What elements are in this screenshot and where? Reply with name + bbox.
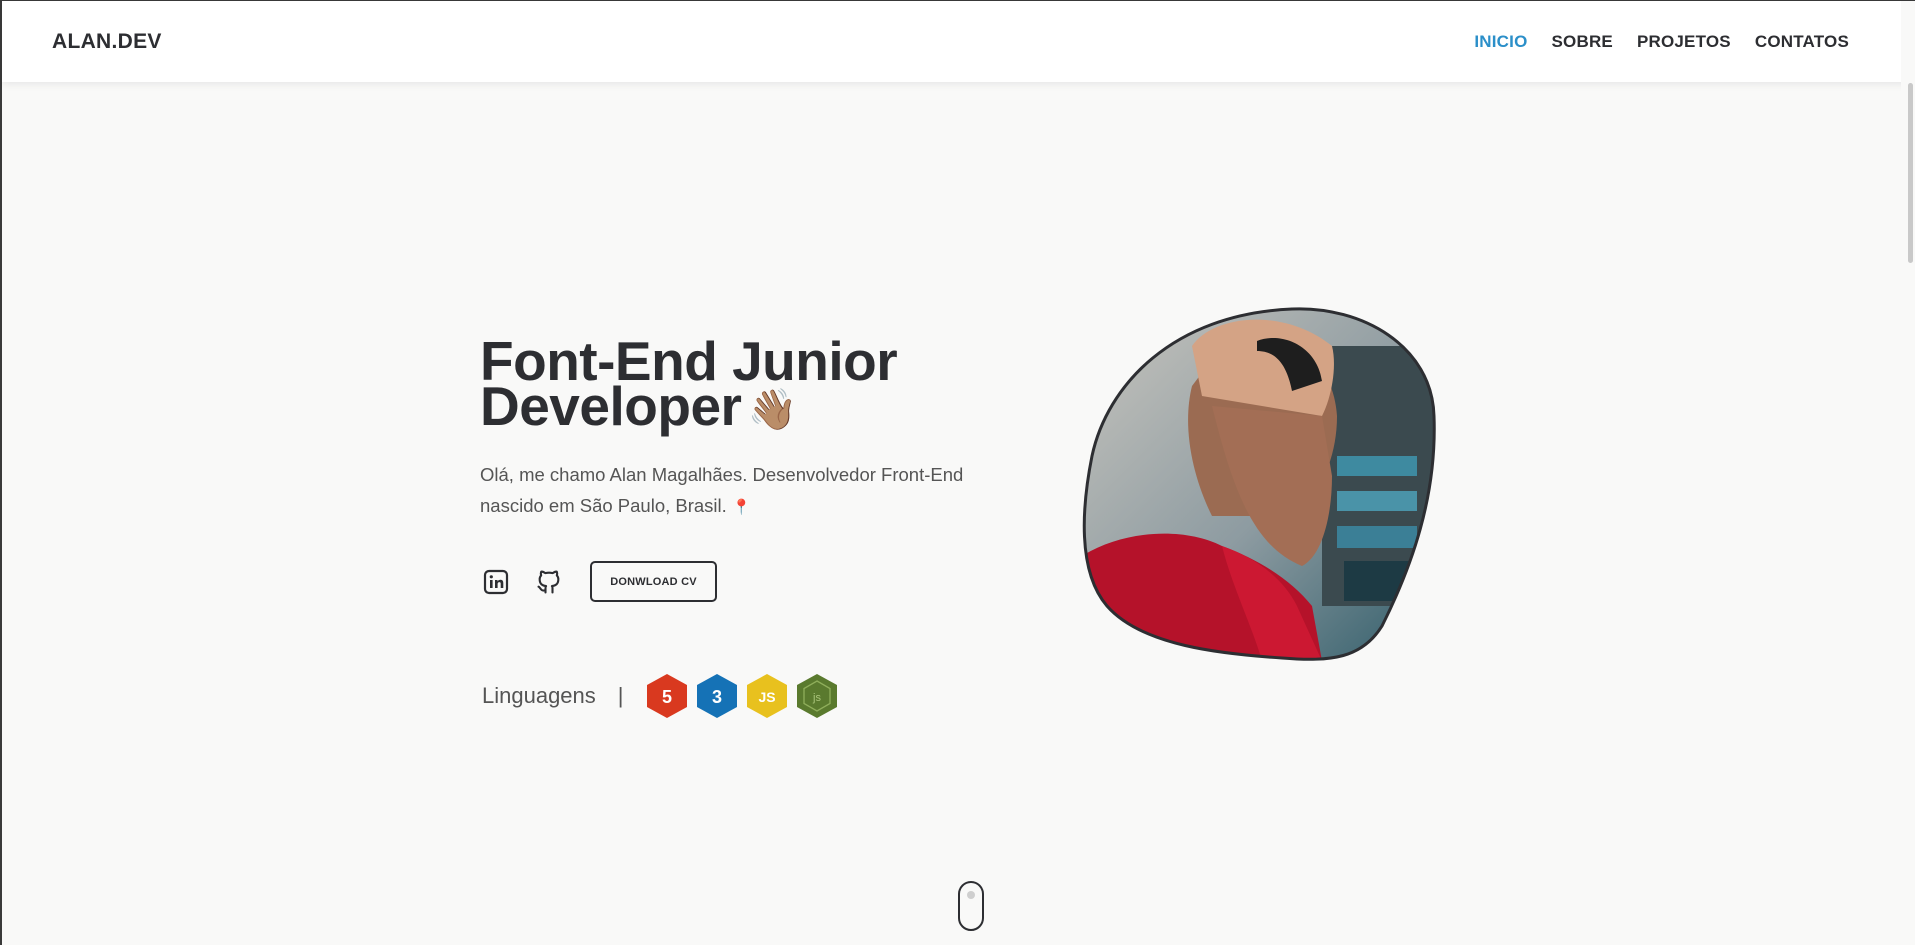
svg-text:JS: JS xyxy=(758,689,775,705)
hero-description: Olá, me chamo Alan Magalhães. Desenvolve… xyxy=(480,459,1020,523)
nav-link-sobre[interactable]: SOBRE xyxy=(1552,32,1613,52)
svg-text:js: js xyxy=(812,692,821,704)
language-badges: 5 3 JS js xyxy=(646,673,838,719)
brand-logo[interactable]: ALAN.DEV xyxy=(52,30,162,54)
nav-links: INICIO SOBRE PROJETOS CONTATOS xyxy=(1474,32,1849,52)
nav-link-contatos[interactable]: CONTATOS xyxy=(1755,32,1849,52)
languages-label: Linguagens xyxy=(482,683,596,708)
hero-text: Font-End Junior Developer 👋🏽 Olá, me cham… xyxy=(480,334,1040,523)
nodejs-icon: js xyxy=(796,674,837,718)
svg-text:3: 3 xyxy=(711,687,721,707)
hero-title-line2: Developer xyxy=(480,375,742,437)
navbar: ALAN.DEV INICIO SOBRE PROJETOS CONTATOS xyxy=(2,1,1915,82)
languages-row: Linguagens | 5 3 JS js xyxy=(482,673,838,719)
html5-icon: 5 xyxy=(646,674,687,718)
hero-description-line2: nascido em São Paulo, Brasil. xyxy=(480,494,727,516)
languages-separator: | xyxy=(617,683,624,708)
nav-link-inicio[interactable]: INICIO xyxy=(1474,32,1527,52)
wave-emoji-icon: 👋🏽 xyxy=(747,387,797,432)
css3-icon: 3 xyxy=(696,674,737,718)
hero-description-line1: Olá, me chamo Alan Magalhães. Desenvolve… xyxy=(480,463,964,485)
download-cv-button[interactable]: DONWLOAD CV xyxy=(590,561,717,602)
linkedin-icon[interactable] xyxy=(480,566,512,598)
nav-link-projetos[interactable]: PROJETOS xyxy=(1637,32,1731,52)
mouse-wheel xyxy=(967,891,975,899)
scroll-down-mouse-icon[interactable] xyxy=(958,881,984,931)
github-icon[interactable] xyxy=(533,566,565,598)
scrollbar[interactable] xyxy=(1901,1,1915,945)
profile-photo xyxy=(1082,306,1437,661)
javascript-icon: JS xyxy=(746,674,787,718)
scrollbar-thumb[interactable] xyxy=(1908,83,1913,263)
hero-title: Font-End Junior Developer 👋🏽 xyxy=(480,334,1040,434)
pin-emoji-icon: 📍 xyxy=(731,498,751,516)
svg-text:5: 5 xyxy=(661,687,671,707)
hero-actions: DONWLOAD CV xyxy=(480,561,717,602)
